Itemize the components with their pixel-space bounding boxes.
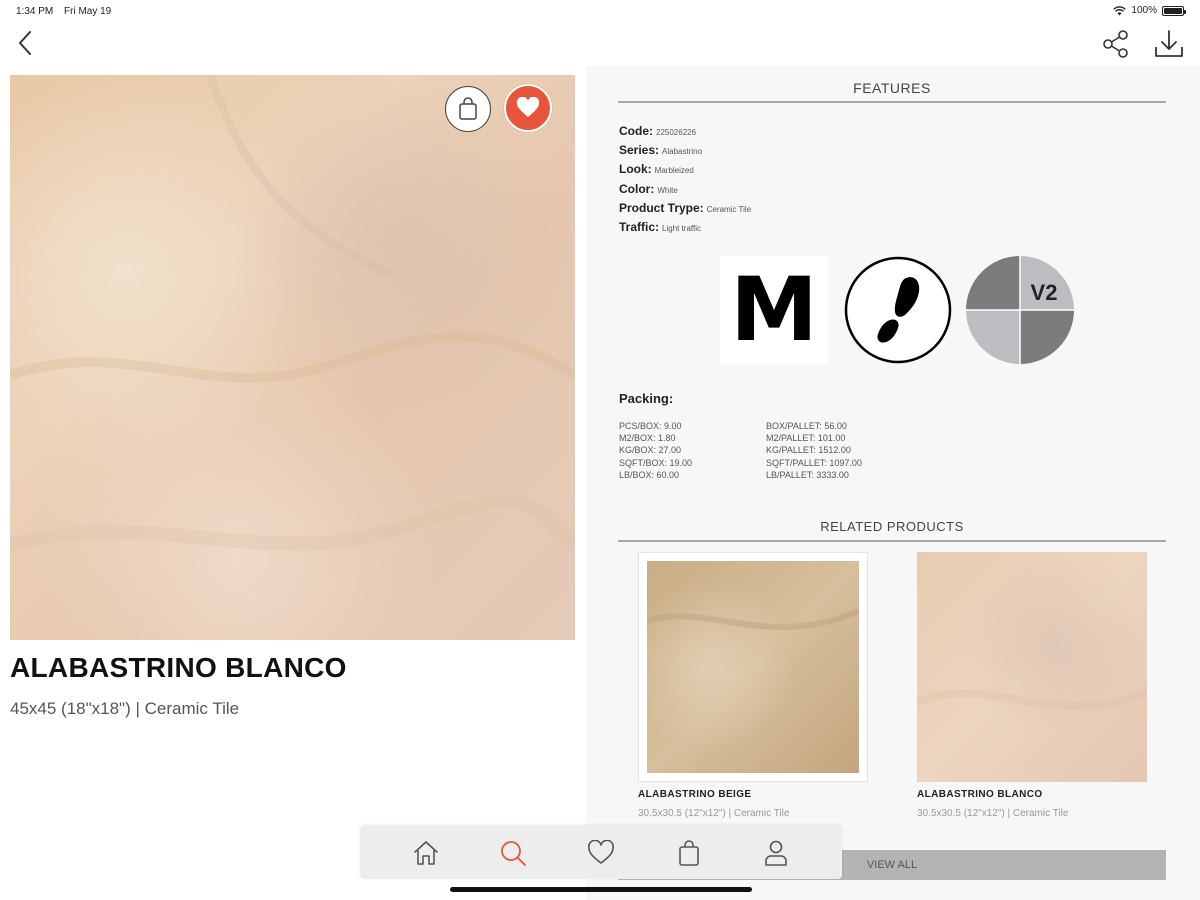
packing-item: PCS/BOX: 9.00	[619, 421, 682, 431]
home-icon	[413, 840, 438, 865]
packing-item: KG/PALLET: 1512.00	[766, 445, 851, 456]
related-product-image	[638, 552, 868, 782]
related-product-size: 30.5x30.5 (12"x12") | Ceramic Tile	[917, 808, 1069, 819]
packing-item: SQFT/PALLET: 1097.00	[766, 457, 862, 468]
packing-item: SQFT/BOX: 19.00	[619, 457, 693, 468]
related-product-name: ALABASTRINO BEIGE	[638, 789, 752, 800]
light-traffic-icon	[844, 256, 952, 364]
feature-row: Look: Marbleized	[619, 162, 694, 177]
related-product-image	[917, 552, 1147, 782]
favorite-button[interactable]	[504, 84, 552, 132]
back-button[interactable]	[10, 28, 40, 58]
add-to-cart-button[interactable]	[445, 86, 491, 132]
download-icon	[1155, 30, 1183, 57]
battery-percent: 100%	[1131, 5, 1157, 16]
related-product-card[interactable]: ALABASTRINO BEIGE 30.5x30.5 (12"x12") | …	[638, 552, 868, 830]
share-icon	[1103, 30, 1128, 58]
related-divider	[618, 540, 1166, 542]
search-icon	[501, 840, 527, 866]
feature-row: Traffic: Light traffic	[619, 219, 701, 234]
share-button[interactable]	[1100, 28, 1132, 60]
status-date: Fri May 19	[64, 6, 112, 17]
tab-home[interactable]	[406, 833, 446, 873]
related-product-name: ALABASTRINO BLANCO	[917, 789, 1043, 800]
packing-item: M2/BOX: 1.80	[619, 433, 676, 444]
tab-account[interactable]	[756, 833, 796, 873]
tab-search[interactable]	[493, 833, 533, 873]
matte-finish-icon: M	[720, 256, 828, 364]
shade-variation-icon: V2	[966, 256, 1074, 364]
feature-row: Code: 225026226	[619, 124, 697, 138]
related-product-size: 30.5x30.5 (12"x12") | Ceramic Tile	[638, 808, 790, 819]
download-button[interactable]	[1152, 27, 1186, 61]
packing-item: LB/BOX: 60.00	[619, 469, 680, 480]
packing-item: KG/BOX: 27.00	[619, 445, 682, 456]
tab-cart[interactable]	[669, 833, 709, 873]
chevron-left-icon	[19, 31, 31, 55]
heart-icon	[516, 97, 540, 117]
feature-row: Color: White	[619, 181, 678, 196]
bag-icon	[459, 97, 477, 120]
feature-row: Product Trype: Ceramic Tile	[619, 200, 752, 215]
product-detail-page: 1:34 PM Fri May 19 100% ALABASTRINO BLAN…	[0, 0, 1200, 900]
tab-favorites[interactable]	[581, 833, 621, 873]
battery-icon	[1162, 5, 1186, 16]
related-heading: RELATED PRODUCTS	[820, 519, 964, 534]
v2-label: V2	[1031, 280, 1058, 305]
packing-item: M2/PALLET: 101.00	[766, 433, 846, 444]
status-bar: 1:34 PM Fri May 19 100%	[0, 0, 1200, 22]
related-product-card[interactable]: ALABASTRINO BLANCO 30.5x30.5 (12"x12") |…	[917, 552, 1147, 830]
feature-list: Code: 225026226 Series: Alabastrino Look: M…	[619, 122, 751, 237]
product-title: ALABASTRINO BLANCO	[10, 652, 347, 683]
product-subtitle: 45x45 (18"x18") | Ceramic Tile	[10, 699, 240, 718]
wifi-icon	[1113, 5, 1127, 15]
packing-pallet-list: BOX/PALLET: 56.00 M2/PALLET: 101.00 KG/P…	[766, 420, 862, 481]
packing-item: LB/PALLET: 3333.00	[766, 469, 849, 480]
features-divider	[618, 101, 1166, 103]
bag-icon	[678, 839, 699, 866]
user-icon	[765, 840, 787, 866]
packing-item: BOX/PALLET: 56.00	[766, 421, 847, 431]
product-image[interactable]	[10, 75, 575, 640]
status-indicators: 100%	[1113, 5, 1186, 16]
packing-title: Packing:	[619, 391, 674, 406]
matte-letter: M	[730, 258, 818, 361]
features-heading: FEATURES	[853, 80, 931, 96]
packing-box-list: PCS/BOX: 9.00 M2/BOX: 1.80 KG/BOX: 27.00…	[619, 420, 692, 481]
home-indicator[interactable]	[450, 887, 752, 892]
status-time: 1:34 PM	[16, 6, 54, 17]
bottom-tab-bar	[360, 826, 842, 879]
feature-row: Series: Alabastrino	[619, 143, 703, 158]
heart-icon	[588, 839, 614, 864]
